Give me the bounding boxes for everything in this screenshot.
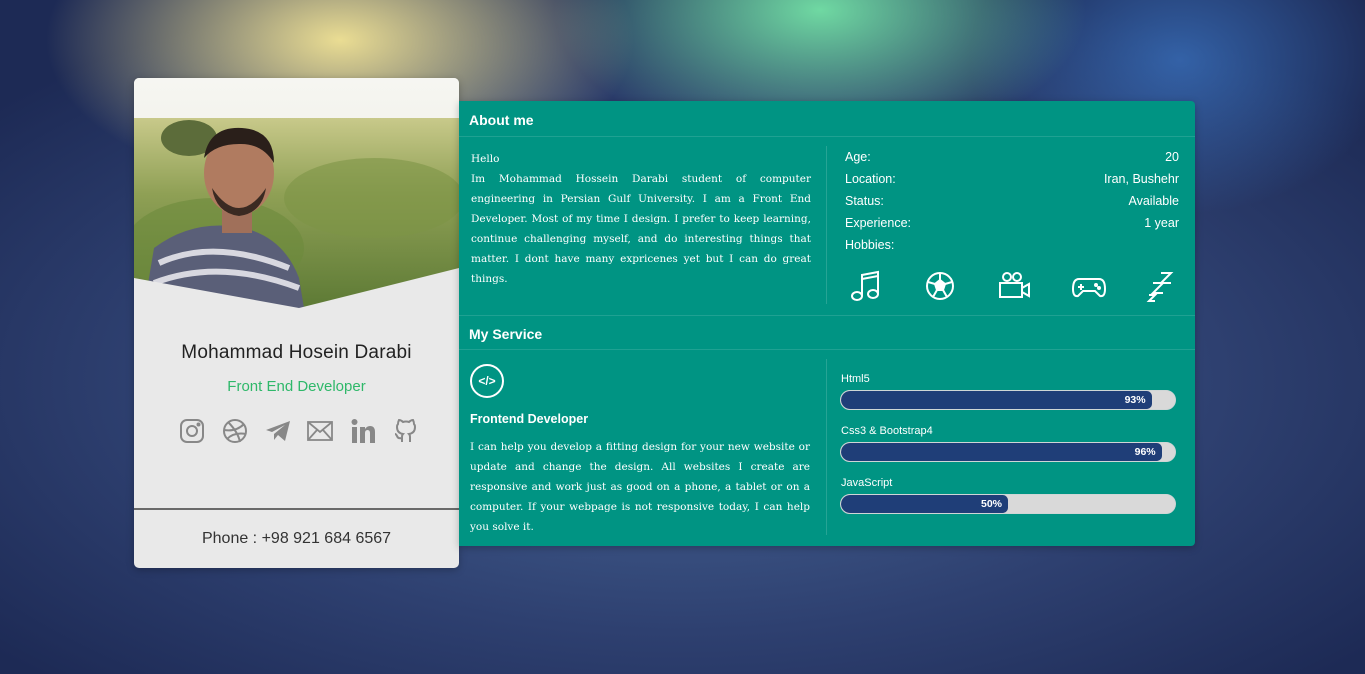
info-value: 20 <box>1165 150 1179 164</box>
skill-label: Html5 <box>841 373 870 385</box>
social-links <box>179 416 419 446</box>
skill-bar-fill: 50% <box>841 495 1008 513</box>
skill-bar-fill: 93% <box>841 391 1152 409</box>
about-greeting: Hello <box>471 153 500 165</box>
info-label: Experience: <box>845 216 912 230</box>
skill-percent: 93% <box>1124 394 1146 406</box>
dribbble-icon[interactable] <box>222 418 248 444</box>
telegram-icon[interactable] <box>265 418 291 444</box>
info-label: Status: <box>845 194 884 208</box>
profile-photo <box>134 78 459 308</box>
skill-bar-fill: 96% <box>841 443 1162 461</box>
skill-bar: 50% <box>840 494 1176 514</box>
skill-percent: 96% <box>1134 446 1156 458</box>
service-name: Frontend Developer <box>470 412 589 426</box>
divider <box>459 349 1195 350</box>
service-text: I can help you develop a fitting design … <box>470 441 810 533</box>
info-card: About me Hello Im Mohammad Hossein Darab… <box>459 101 1195 546</box>
instagram-icon[interactable] <box>179 418 205 444</box>
divider <box>826 359 827 535</box>
linkedin-icon[interactable] <box>350 418 376 444</box>
music-icon <box>847 269 883 303</box>
service-title: My Service <box>469 326 543 342</box>
skill-bar: 93% <box>840 390 1176 410</box>
skill-label: Css3 & Bootstrap4 <box>841 425 933 437</box>
info-value: Available <box>1128 194 1179 208</box>
email-icon[interactable] <box>307 418 334 444</box>
sleep-icon <box>1145 269 1181 303</box>
profile-role: Front End Developer <box>227 378 366 395</box>
profile-name: Mohammad Hosein Darabi <box>181 342 412 363</box>
code-icon: </> <box>470 364 504 398</box>
divider <box>459 315 1195 316</box>
info-label: Location: <box>845 172 896 186</box>
video-camera-icon <box>996 269 1032 303</box>
about-title: About me <box>469 112 534 128</box>
skill-bar: 96% <box>840 442 1176 462</box>
hobbies-icons <box>847 269 1181 303</box>
skill-label: JavaScript <box>841 477 893 489</box>
info-value: 1 year <box>1144 216 1179 230</box>
card-divider <box>134 508 459 510</box>
github-icon[interactable] <box>393 418 419 444</box>
about-text: Hello Im Mohammad Hossein Darabi student… <box>471 149 811 289</box>
gamepad-icon <box>1071 269 1107 303</box>
info-value: Iran, Bushehr <box>1103 172 1179 186</box>
divider <box>826 146 827 304</box>
football-icon <box>922 269 958 303</box>
info-label: Age: <box>845 150 871 164</box>
divider <box>459 136 1195 137</box>
about-paragraph: Im Mohammad Hossein Darabi student of co… <box>471 173 811 285</box>
skill-percent: 50% <box>980 498 1002 510</box>
profile-card: Mohammad Hosein Darabi Front End Develop… <box>134 78 459 568</box>
phone-number: Phone : +98 921 684 6567 <box>201 530 392 547</box>
info-label: Hobbies: <box>845 238 895 252</box>
